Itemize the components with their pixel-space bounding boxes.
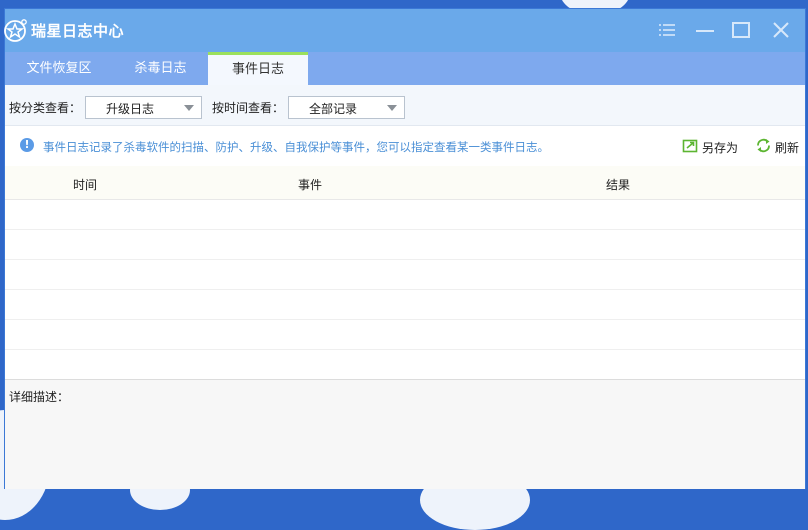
category-select[interactable]: 升级日志: [85, 96, 202, 119]
table-row[interactable]: [5, 319, 805, 350]
table-row[interactable]: [5, 259, 805, 290]
detail-panel: 详细描述：: [5, 379, 805, 489]
tab-scan-log[interactable]: 杀毒日志: [113, 52, 208, 85]
export-icon: [682, 139, 698, 153]
category-filter-label: 按分类查看：: [9, 101, 82, 115]
app-title: 瑞星日志中心: [31, 22, 125, 40]
menu-icon: [659, 24, 675, 36]
detail-label: 详细描述：: [9, 390, 70, 404]
time-select[interactable]: 全部记录: [288, 96, 405, 119]
filter-bar: 按分类查看： 升级日志 按时间查看： 全部记录: [5, 85, 805, 126]
category-select-value: 升级日志: [106, 102, 155, 116]
tab-file-recovery[interactable]: 文件恢复区: [5, 52, 113, 85]
close-button[interactable]: [769, 18, 793, 42]
time-select-value: 全部记录: [309, 102, 358, 116]
chevron-down-icon: [184, 105, 194, 111]
log-center-window: 瑞星日志中心 文件恢复区 杀毒日志 事件日志 按分类查看： 升级日志 按时间查看…: [4, 9, 805, 489]
table-row[interactable]: [5, 289, 805, 320]
refresh-icon: [757, 138, 770, 153]
info-text: 事件日志记录了杀毒软件的扫描、防护、升级、自我保护等事件，您可以指定查看某一类事…: [43, 140, 549, 154]
menu-button[interactable]: [655, 18, 679, 42]
tab-bar: 文件恢复区 杀毒日志 事件日志: [5, 52, 805, 85]
info-icon: !: [20, 138, 34, 152]
table-row[interactable]: [5, 349, 805, 380]
refresh-button[interactable]: 刷新: [755, 137, 803, 155]
maximize-button[interactable]: [729, 18, 753, 42]
info-bar: ! 事件日志记录了杀毒软件的扫描、防护、升级、自我保护等事件，您可以指定查看某一…: [5, 126, 805, 166]
save-as-label: 另存为: [702, 141, 739, 155]
event-log-table: 时间 事件 结果: [5, 166, 805, 380]
time-filter-label: 按时间查看：: [212, 101, 285, 115]
column-header-event[interactable]: 事件: [298, 176, 322, 193]
close-icon: [773, 22, 789, 38]
table-row[interactable]: [5, 229, 805, 260]
maximize-icon: [732, 22, 750, 38]
table-header: 时间 事件 结果: [5, 166, 805, 200]
tab-event-log[interactable]: 事件日志: [208, 52, 308, 85]
minimize-button[interactable]: [693, 18, 717, 42]
table-row[interactable]: [5, 199, 805, 230]
minimize-icon: [696, 30, 714, 32]
title-bar[interactable]: 瑞星日志中心: [4, 9, 805, 52]
rising-star-logo-icon: [4, 19, 27, 42]
save-as-button[interactable]: 另存为: [682, 137, 742, 155]
refresh-label: 刷新: [775, 141, 800, 155]
column-header-time[interactable]: 时间: [73, 176, 97, 193]
column-header-result[interactable]: 结果: [606, 176, 630, 193]
chevron-down-icon: [387, 105, 397, 111]
